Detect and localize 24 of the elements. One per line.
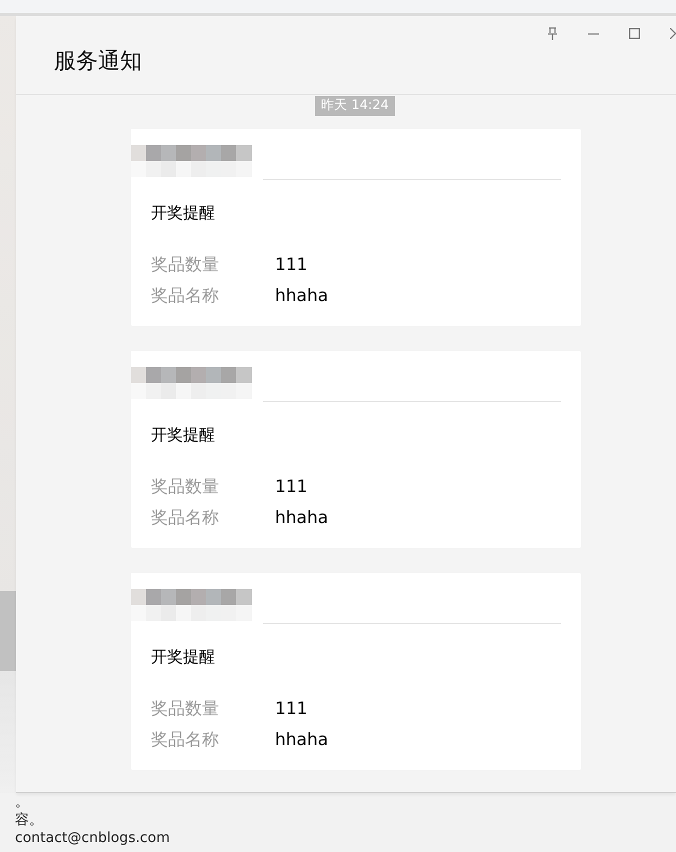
- timestamp: 昨天 14:24: [315, 96, 395, 116]
- field-label: 奖品数量: [151, 254, 220, 277]
- message-title: 开奖提醒: [151, 425, 215, 444]
- field-value: hhaha: [275, 507, 328, 530]
- window-title: 服务通知: [54, 49, 142, 76]
- field-value: 111: [275, 698, 308, 721]
- field-label: 奖品数量: [151, 476, 220, 499]
- field-label: 奖品名称: [151, 285, 220, 308]
- maximize-icon[interactable]: [629, 28, 640, 39]
- background-text: 容。: [15, 812, 43, 828]
- field-value: hhaha: [275, 285, 328, 308]
- background-text: contact@cnblogs.com: [15, 830, 170, 846]
- field-value: 111: [275, 254, 308, 277]
- close-icon[interactable]: [670, 28, 676, 39]
- field-value: hhaha: [275, 729, 328, 752]
- field-label: 奖品数量: [151, 698, 220, 721]
- background-text: 。: [15, 794, 29, 810]
- minimize-icon[interactable]: [588, 32, 599, 34]
- message-title: 开奖提醒: [151, 203, 215, 222]
- field-label: 奖品名称: [151, 729, 220, 752]
- field-label: 奖品名称: [151, 507, 220, 530]
- message-title: 开奖提醒: [151, 647, 215, 666]
- field-value: 111: [275, 476, 308, 499]
- pin-icon[interactable]: [547, 27, 558, 40]
